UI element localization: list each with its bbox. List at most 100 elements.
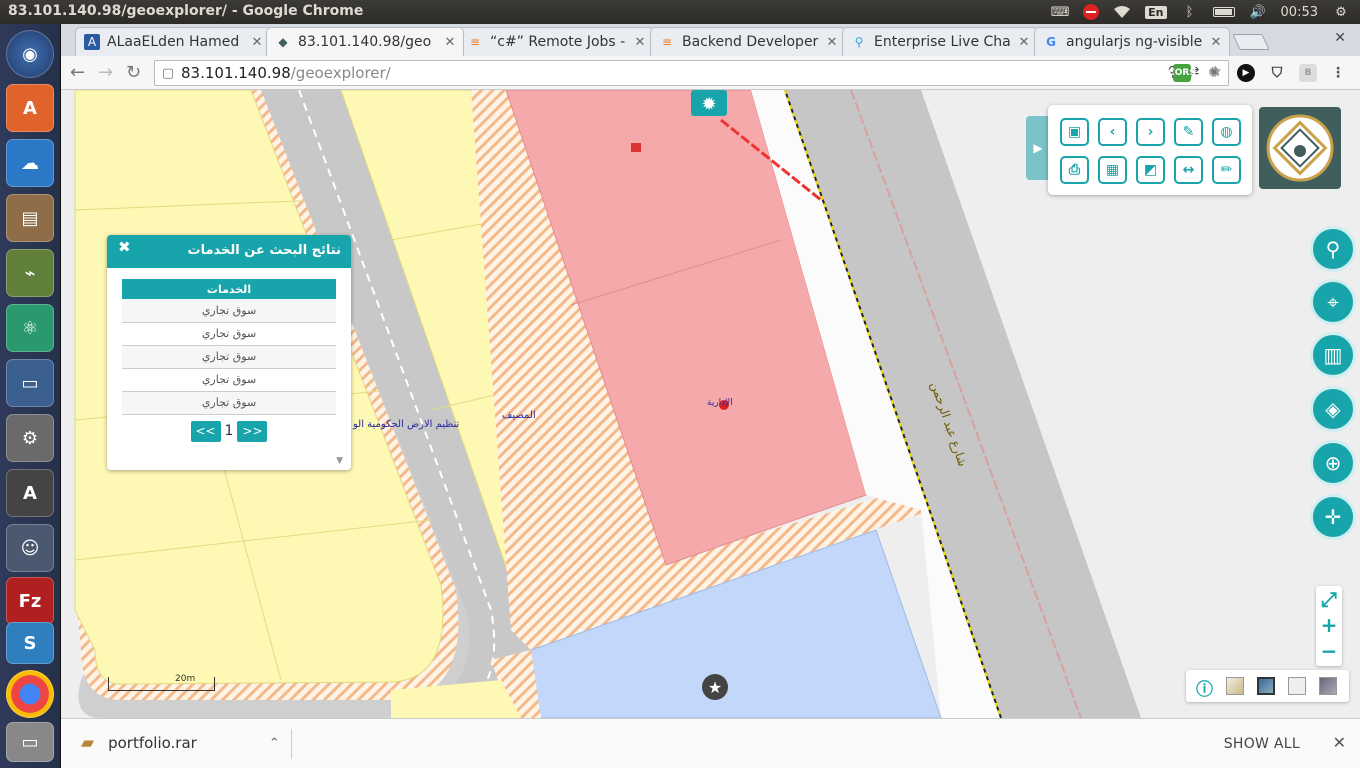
tab-close-icon[interactable]: ✕	[441, 35, 459, 50]
battery-icon[interactable]	[1212, 7, 1235, 17]
tab-close-icon[interactable]: ✕	[823, 35, 841, 50]
chevron-up-icon[interactable]: ⌃	[269, 736, 280, 751]
crosshair-icon[interactable]: ✛	[1310, 494, 1356, 540]
gear-extension-icon[interactable]: ✺	[1205, 64, 1223, 82]
location-pin-icon[interactable]: ⌖	[1310, 279, 1356, 325]
download-item[interactable]: ▰ portfolio.rar ⌃	[81, 733, 280, 753]
panel-title: نتائج البحث عن الخدمات	[187, 243, 341, 258]
tab-favicon: ◆	[278, 35, 288, 49]
zoom-in-button[interactable]: +	[1316, 612, 1342, 638]
file-manager-icon[interactable]: ▤	[6, 194, 54, 242]
ubuntu-dash-icon[interactable]: ◉	[6, 30, 54, 78]
wifi-icon[interactable]	[1113, 4, 1131, 20]
close-icon[interactable]: ✕	[1333, 733, 1346, 752]
forward-arrow-icon[interactable]: →	[98, 62, 113, 83]
globe-icon[interactable]: ◍	[1212, 118, 1241, 146]
bluetooth-icon[interactable]: ᛒ	[1181, 4, 1199, 20]
table-row[interactable]: سوق تجاري	[122, 322, 336, 346]
shield-extension-icon[interactable]: ⛉	[1268, 64, 1286, 82]
search-icon[interactable]: ⚲	[1310, 226, 1356, 272]
tab-close-icon[interactable]: ✕	[631, 35, 649, 50]
table-row[interactable]: سوق تجاري	[122, 368, 336, 392]
new-tab-button[interactable]	[1232, 34, 1270, 50]
network-status-icon[interactable]: ⌨	[1051, 4, 1070, 20]
cors-extension-icon[interactable]: CORS	[1168, 64, 1196, 82]
chrome-menu-icon[interactable]: ⋮	[1329, 64, 1347, 82]
cloud-icon[interactable]: ☁	[6, 139, 54, 187]
tab-close-icon[interactable]: ✕	[248, 35, 266, 50]
column-header: الخدمات	[122, 279, 336, 299]
tab-label: Enterprise Live Cha	[874, 34, 1011, 50]
system-settings-icon[interactable]: ⚙	[6, 414, 54, 462]
installer-icon[interactable]: A	[6, 469, 54, 517]
zoom-in-search-icon[interactable]: ⊕	[1310, 440, 1356, 486]
result-cell[interactable]: سوق تجاري	[122, 368, 336, 392]
tab-close-icon[interactable]: ✕	[1015, 35, 1033, 50]
keyboard-layout-indicator[interactable]: En	[1145, 5, 1167, 19]
measure-icon[interactable]: ↔	[1174, 156, 1203, 184]
tab-remote-jobs[interactable]: ≡ “c#” Remote Jobs - ✕	[458, 27, 654, 56]
tab-enterprise-live-chat[interactable]: ⚲ Enterprise Live Cha ✕	[842, 27, 1038, 56]
b-extension-icon[interactable]: B	[1299, 64, 1317, 82]
back-arrow-icon[interactable]: ←	[70, 62, 85, 83]
atom-editor-icon[interactable]: ⚛	[6, 304, 54, 352]
qr-code-icon[interactable]: ▦	[1098, 156, 1127, 184]
reload-icon[interactable]: ↻	[126, 62, 141, 83]
volume-icon[interactable]: 🔊	[1249, 4, 1267, 20]
download-filename[interactable]: portfolio.rar	[108, 734, 197, 752]
basemap-satellite-icon[interactable]	[1257, 677, 1275, 695]
filezilla-icon[interactable]: Fz	[6, 577, 54, 625]
basemap-street-icon[interactable]	[1226, 677, 1244, 695]
map-viewport[interactable]: ★ ✹ شارع عبد الرحمن تنظيم الارض الحكومية…	[61, 90, 1360, 718]
zoom-out-button[interactable]: −	[1316, 638, 1342, 664]
next-extent-icon[interactable]: ›	[1136, 118, 1165, 146]
pencil-icon[interactable]: ✏	[1212, 156, 1241, 184]
result-cell[interactable]: سوق تجاري	[122, 391, 336, 415]
user-accounts-icon[interactable]: ☺	[6, 524, 54, 572]
result-cell[interactable]: سوق تجاري	[122, 345, 336, 369]
table-row[interactable]: سوق تجاري	[122, 391, 336, 415]
basemap-light-icon[interactable]	[1288, 677, 1306, 695]
show-all-button[interactable]: SHOW ALL	[1224, 736, 1300, 752]
clock[interactable]: 00:53	[1281, 5, 1318, 20]
app-stack-icon[interactable]: S	[6, 622, 54, 664]
close-icon[interactable]: ✖	[118, 238, 131, 256]
map-navigate-icon[interactable]: ◈	[1310, 386, 1356, 432]
window-close-icon[interactable]: ✕	[1334, 30, 1346, 46]
tab-alaaelden[interactable]: A ALaaELden Hamed ✕	[75, 27, 271, 56]
next-page-button[interactable]: >>	[237, 420, 268, 442]
window-title: 83.101.140.98/geoexplorer/ - Google Chro…	[8, 3, 364, 19]
do-not-disturb-icon[interactable]	[1083, 4, 1100, 20]
page-info-icon[interactable]: ▢	[155, 66, 181, 81]
tab-close-icon[interactable]: ✕	[1207, 35, 1225, 50]
previous-extent-icon[interactable]: ‹	[1098, 118, 1127, 146]
tab-favicon: A	[84, 34, 100, 50]
tab-angularjs[interactable]: G angularjs ng-visible ✕	[1034, 27, 1230, 56]
settings-gear-icon[interactable]: ⚙	[1332, 4, 1350, 20]
eraser-icon[interactable]: ◩	[1136, 156, 1165, 184]
result-cell[interactable]: سوق تجاري	[122, 322, 336, 346]
fullscreen-icon[interactable]: ⤢	[1316, 586, 1342, 612]
drive-icon[interactable]: ▭	[6, 722, 54, 762]
network-tool-icon[interactable]: ⌁	[6, 249, 54, 297]
software-updater-icon[interactable]: A	[6, 84, 54, 132]
table-row[interactable]: سوق تجاري	[122, 299, 336, 323]
prev-page-button[interactable]: <<	[190, 420, 221, 442]
tab-geoexplorer[interactable]: ◆ 83.101.140.98/geo ✕	[266, 27, 464, 56]
basemap-hybrid-icon[interactable]	[1319, 677, 1337, 695]
wrench-icon[interactable]: ✎	[1174, 118, 1203, 146]
chrome-icon[interactable]	[6, 670, 54, 718]
play-extension-icon[interactable]: ▶	[1237, 64, 1255, 82]
3d-view-icon[interactable]: ▣	[1060, 118, 1089, 146]
info-icon[interactable]: ⓘ	[1196, 675, 1213, 700]
result-cell[interactable]: سوق تجاري	[122, 299, 336, 323]
scroll-down-icon[interactable]: ▼	[336, 456, 343, 466]
tab-backend-developer[interactable]: ≡ Backend Developer ✕	[650, 27, 846, 56]
print-icon[interactable]: ⎙	[1060, 156, 1089, 184]
table-row[interactable]: سوق تجاري	[122, 345, 336, 369]
toolbar-toggle-button[interactable]: ▶	[1026, 116, 1050, 180]
download-shelf: ▰ portfolio.rar ⌃ SHOW ALL ✕	[61, 718, 1360, 768]
address-bar[interactable]: ▢ 83.101.140.98/geoexplorer/ ⚲ ⇄ ☆	[154, 60, 1229, 86]
map-layers-icon[interactable]: ▥	[1310, 332, 1356, 378]
remote-desktop-icon[interactable]: ▭	[6, 359, 54, 407]
